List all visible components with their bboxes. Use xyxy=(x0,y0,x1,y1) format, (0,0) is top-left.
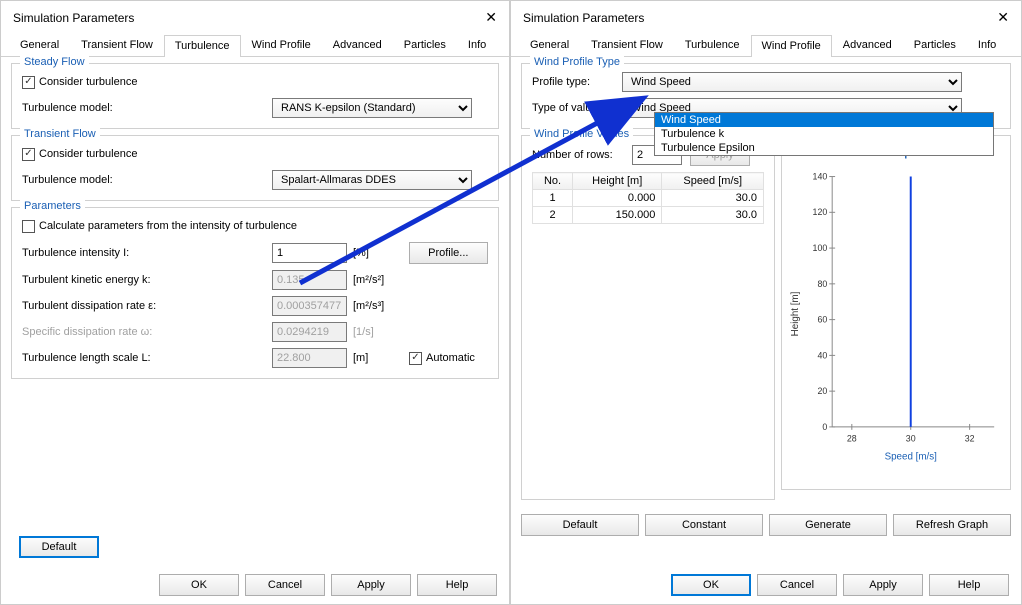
refresh-graph-button[interactable]: Refresh Graph xyxy=(893,514,1011,536)
group-title: Steady Flow xyxy=(20,56,89,68)
group-parameters: Parameters Calculate parameters from the… xyxy=(11,207,499,379)
svg-text:30: 30 xyxy=(906,434,916,444)
table-header: Height [m] xyxy=(573,173,662,190)
param-label: Turbulent dissipation rate ε: xyxy=(22,300,272,312)
param-unit: [%] xyxy=(353,247,399,259)
tab-info[interactable]: Info xyxy=(457,34,497,56)
tab-turbulence[interactable]: Turbulence xyxy=(164,35,241,57)
type-of-values-dropdown[interactable]: Wind SpeedTurbulence kTurbulence Epsilon xyxy=(654,112,994,156)
svg-text:120: 120 xyxy=(813,207,828,217)
table-row[interactable]: 2150.00030.0 xyxy=(533,207,764,224)
svg-text:28: 28 xyxy=(847,434,857,444)
svg-text:20: 20 xyxy=(817,386,827,396)
wind-speed-chart: Height [m] Speed [m/s] 0 20 40 60 80 100 120 14… xyxy=(788,164,1004,464)
consider-turbulence-transient[interactable]: Consider turbulence xyxy=(22,148,137,161)
param-input xyxy=(272,270,347,290)
dialog-title: Simulation Parameters xyxy=(523,11,644,25)
help-button[interactable]: Help xyxy=(417,574,497,596)
group-transient: Transient Flow Consider turbulence Turbu… xyxy=(11,135,499,201)
svg-text:60: 60 xyxy=(817,315,827,325)
cancel-button[interactable]: Cancel xyxy=(757,574,837,596)
dropdown-option[interactable]: Turbulence Epsilon xyxy=(655,141,993,155)
default-button[interactable]: Default xyxy=(521,514,639,536)
param-unit: [m²/s²] xyxy=(353,274,399,286)
steady-model-select[interactable]: RANS K-epsilon (Standard) xyxy=(272,98,472,118)
tab-info[interactable]: Info xyxy=(967,34,1007,56)
cancel-button[interactable]: Cancel xyxy=(245,574,325,596)
table-header: No. xyxy=(533,173,573,190)
group-steady: Steady Flow Consider turbulence Turbulen… xyxy=(11,63,499,129)
ok-button[interactable]: OK xyxy=(159,574,239,596)
tab-transient-flow[interactable]: Transient Flow xyxy=(70,34,164,56)
table-row[interactable]: 10.00030.0 xyxy=(533,190,764,207)
tab-wind-profile[interactable]: Wind Profile xyxy=(751,35,832,57)
rows-label: Number of rows: xyxy=(532,149,632,161)
transient-model-label: Turbulence model: xyxy=(22,174,272,186)
tab-advanced[interactable]: Advanced xyxy=(322,34,393,56)
group-title: Parameters xyxy=(20,200,85,212)
apply-button[interactable]: Apply xyxy=(843,574,923,596)
graph-box: Wind Speed Height [m] Speed [m/s] 020406… xyxy=(781,135,1011,490)
apply-button[interactable]: Apply xyxy=(331,574,411,596)
tab-bar-left: GeneralTransient FlowTurbulenceWind Prof… xyxy=(1,30,509,57)
default-button[interactable]: Default xyxy=(19,536,99,558)
svg-text:32: 32 xyxy=(965,434,975,444)
profile-button[interactable]: Profile... xyxy=(409,242,488,264)
param-label: Turbulent kinetic energy k: xyxy=(22,274,272,286)
dialog-title: Simulation Parameters xyxy=(13,11,134,25)
dialog-turbulence: Simulation Parameters ✕ GeneralTransient… xyxy=(0,0,510,605)
y-axis-label: Height [m] xyxy=(790,291,801,336)
param-unit: [1/s] xyxy=(353,326,399,338)
table-header: Speed [m/s] xyxy=(662,173,764,190)
generate-button[interactable]: Generate xyxy=(769,514,887,536)
group-title: Transient Flow xyxy=(20,128,100,140)
param-input xyxy=(272,348,347,368)
close-icon[interactable]: ✕ xyxy=(485,9,497,26)
tab-wind-profile[interactable]: Wind Profile xyxy=(241,34,322,56)
svg-text:140: 140 xyxy=(813,171,828,181)
profile-type-label: Profile type: xyxy=(532,76,622,88)
transient-model-select[interactable]: Spalart-Allmaras DDES xyxy=(272,170,472,190)
param-unit: [m] xyxy=(353,352,399,364)
tab-advanced[interactable]: Advanced xyxy=(832,34,903,56)
tab-bar-right: GeneralTransient FlowTurbulenceWind Prof… xyxy=(511,30,1021,57)
tab-general[interactable]: General xyxy=(519,34,580,56)
param-label: Specific dissipation rate ω: xyxy=(22,326,272,338)
param-label: Turbulence length scale L: xyxy=(22,352,272,364)
dropdown-option[interactable]: Wind Speed xyxy=(655,113,993,127)
group-profile-values: Wind Profile Values Number of rows: Appl… xyxy=(521,135,775,500)
svg-text:80: 80 xyxy=(817,279,827,289)
steady-model-label: Turbulence model: xyxy=(22,102,272,114)
param-unit: [m²/s³] xyxy=(353,300,399,312)
constant-button[interactable]: Constant xyxy=(645,514,763,536)
param-input[interactable] xyxy=(272,243,347,263)
tab-particles[interactable]: Particles xyxy=(903,34,967,56)
consider-turbulence-steady[interactable]: Consider turbulence xyxy=(22,76,137,89)
calc-from-intensity-checkbox[interactable]: Calculate parameters from the intensity … xyxy=(22,220,297,233)
param-input xyxy=(272,322,347,342)
tab-particles[interactable]: Particles xyxy=(393,34,457,56)
close-icon[interactable]: ✕ xyxy=(997,9,1009,26)
help-button[interactable]: Help xyxy=(929,574,1009,596)
svg-text:40: 40 xyxy=(817,350,827,360)
param-input xyxy=(272,296,347,316)
dialog-wind-profile: Simulation Parameters ✕ GeneralTransient… xyxy=(510,0,1022,605)
profile-type-select[interactable]: Wind Speed xyxy=(622,72,962,92)
group-title: Wind Profile Values xyxy=(530,128,633,140)
group-title: Wind Profile Type xyxy=(530,56,624,68)
svg-text:100: 100 xyxy=(813,243,828,253)
tab-turbulence[interactable]: Turbulence xyxy=(674,34,751,56)
x-axis-label: Speed [m/s] xyxy=(885,451,938,462)
ok-button[interactable]: OK xyxy=(671,574,751,596)
automatic-checkbox[interactable]: Automatic xyxy=(409,352,475,365)
svg-text:0: 0 xyxy=(822,422,827,432)
profile-table: No.Height [m]Speed [m/s] 10.00030.02150.… xyxy=(532,172,764,224)
tab-transient-flow[interactable]: Transient Flow xyxy=(580,34,674,56)
dropdown-option[interactable]: Turbulence k xyxy=(655,127,993,141)
param-label: Turbulence intensity I: xyxy=(22,247,272,259)
tab-general[interactable]: General xyxy=(9,34,70,56)
type-of-values-label: Type of values: xyxy=(532,102,622,114)
